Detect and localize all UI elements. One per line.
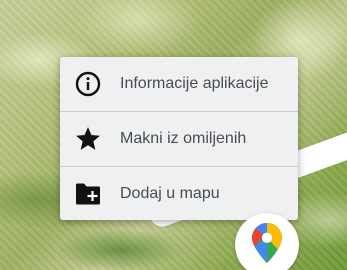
- google-maps-app-icon[interactable]: [235, 213, 299, 270]
- menu-item-remove-favorite[interactable]: Makni iz omiljenih: [60, 112, 298, 167]
- info-icon: [73, 69, 103, 99]
- menu-item-app-info[interactable]: Informacije aplikacije: [60, 57, 298, 112]
- star-icon: [73, 124, 103, 154]
- menu-item-label: Informacije aplikacije: [120, 75, 269, 92]
- menu-item-label: Dodaj u mapu: [120, 185, 220, 202]
- home-screen: Informacije aplikacije Makni iz omiljeni…: [0, 0, 347, 270]
- google-maps-icon: [250, 221, 284, 269]
- app-context-menu: Informacije aplikacije Makni iz omiljeni…: [60, 57, 298, 220]
- folder-add-icon: [73, 179, 103, 209]
- menu-item-add-to-folder[interactable]: Dodaj u mapu: [60, 167, 298, 220]
- menu-item-label: Makni iz omiljenih: [120, 130, 247, 147]
